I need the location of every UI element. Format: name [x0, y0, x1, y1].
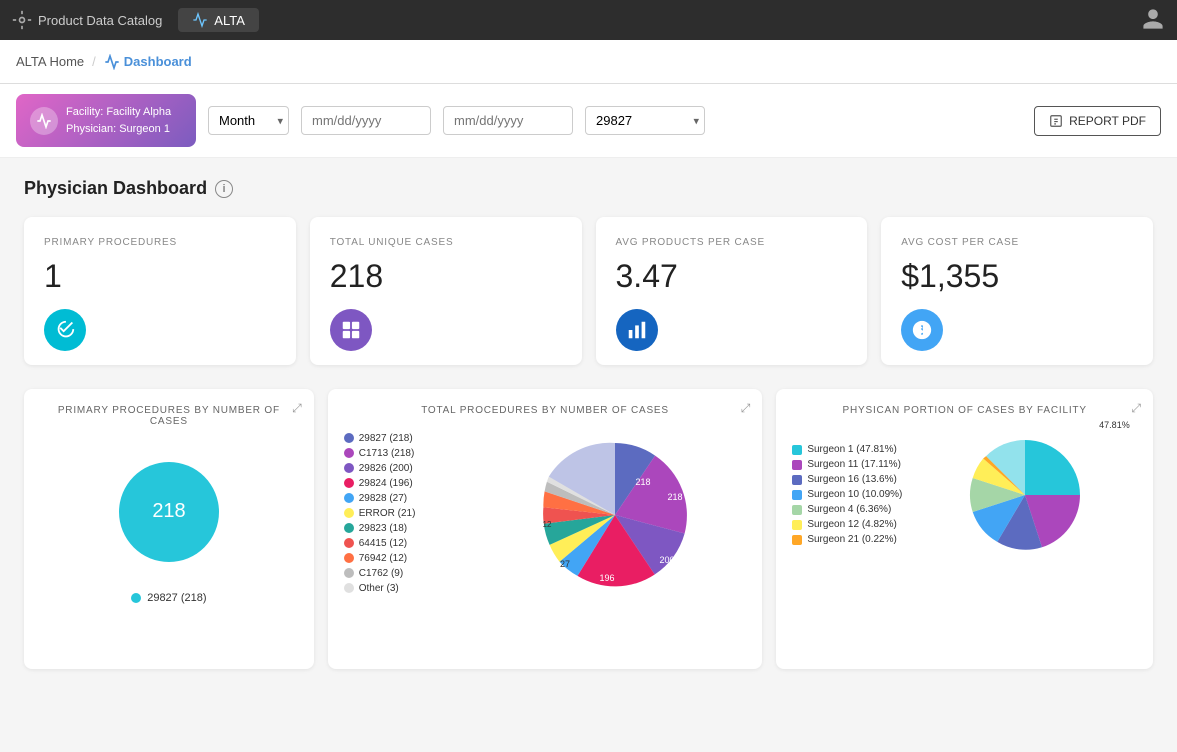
chart1-legend-item: 29827 (218)	[131, 592, 206, 604]
brand: Product Data Catalog	[12, 10, 162, 30]
pie-chart-2: 218 218 200 196 27 12	[530, 430, 700, 600]
facility-name: Facility: Facility Alpha	[66, 104, 171, 121]
kpi-card-1: TOTAL UNIQUE CASES 218	[310, 217, 582, 365]
svg-text:218: 218	[668, 492, 683, 502]
report-pdf-button[interactable]: REPORT PDF	[1034, 106, 1161, 136]
facility-badge: Facility: Facility Alpha Physician: Surg…	[16, 94, 196, 147]
date-to-input[interactable]	[443, 106, 573, 135]
period-select-wrap[interactable]: Month Quarter Year	[208, 106, 289, 135]
kpi-icon-2	[616, 309, 658, 351]
kpi-label-3: AVG COST PER CASE	[901, 237, 1019, 248]
chart-title-2: TOTAL PROCEDURES BY NUMBER OF CASES	[344, 405, 747, 416]
physician-name: Physician: Surgeon 1	[66, 121, 171, 138]
facility-info: Facility: Facility Alpha Physician: Surg…	[66, 104, 171, 137]
dashboard-label: Dashboard	[124, 54, 192, 69]
filter-bar: Facility: Facility Alpha Physician: Surg…	[0, 84, 1177, 158]
kpi-value-3: $1,355	[901, 258, 999, 295]
chart1-legend-label: 29827 (218)	[147, 592, 206, 604]
dashboard-tab[interactable]: Dashboard	[104, 54, 192, 70]
svg-text:218: 218	[152, 500, 185, 522]
date-from-input[interactable]	[301, 106, 431, 135]
chart-title-3: PHYSICAN PORTION OF CASES BY FACILITY	[792, 405, 1137, 416]
report-btn-label: REPORT PDF	[1069, 114, 1146, 128]
svg-text:218: 218	[636, 477, 651, 487]
home-link[interactable]: ALTA Home	[16, 54, 84, 69]
facility-badge-icon	[30, 107, 58, 135]
svg-text:196: 196	[600, 573, 615, 583]
kpi-value-0: 1	[44, 258, 62, 295]
kpi-value-2: 3.47	[616, 258, 678, 295]
procedure-select-wrap[interactable]: 29827	[585, 106, 705, 135]
kpi-value-1: 218	[330, 258, 383, 295]
breadcrumb-sep: /	[92, 54, 96, 69]
user-icon[interactable]	[1141, 7, 1165, 34]
kpi-icon-0	[44, 309, 86, 351]
kpi-label-1: TOTAL UNIQUE CASES	[330, 237, 454, 248]
dashboard-heading: Physician Dashboard	[24, 178, 207, 199]
alta-tab-label: ALTA	[214, 13, 245, 28]
brand-label: Product Data Catalog	[38, 13, 162, 28]
main-content: Physician Dashboard i PRIMARY PROCEDURES…	[0, 158, 1177, 689]
kpi-row: PRIMARY PROCEDURES 1 TOTAL UNIQUE CASES …	[24, 217, 1153, 365]
period-select[interactable]: Month Quarter Year	[208, 106, 289, 135]
pie-chart-1: 218	[104, 447, 234, 577]
chart-physician-portion: ⤢ PHYSICAN PORTION OF CASES BY FACILITY …	[776, 389, 1153, 669]
kpi-icon-3: $	[901, 309, 943, 351]
charts-row: ⤢ PRIMARY PROCEDURES BY NUMBER OF CASES …	[24, 389, 1153, 669]
info-icon[interactable]: i	[215, 180, 233, 198]
chart-primary-procedures: ⤢ PRIMARY PROCEDURES BY NUMBER OF CASES …	[24, 389, 314, 669]
pie-chart-3	[960, 430, 1090, 560]
kpi-card-0: PRIMARY PROCEDURES 1	[24, 217, 296, 365]
chart-title-1: PRIMARY PROCEDURES BY NUMBER OF CASES	[40, 405, 298, 427]
alta-tab[interactable]: ALTA	[178, 8, 259, 32]
expand-icon-2[interactable]: ⤢	[741, 401, 751, 416]
svg-text:12: 12	[543, 520, 552, 529]
kpi-card-3: AVG COST PER CASE $1,355 $	[881, 217, 1153, 365]
svg-text:27: 27	[560, 559, 570, 569]
expand-icon-1[interactable]: ⤢	[292, 401, 302, 416]
section-title: Physician Dashboard i	[24, 178, 1153, 199]
nav-left: Product Data Catalog ALTA	[12, 8, 259, 32]
chart3-legend: Surgeon 1 (47.81%) Surgeon 11 (17.11%) S…	[792, 444, 902, 549]
procedure-select[interactable]: 29827	[585, 106, 705, 135]
kpi-label-2: AVG PRODUCTS PER CASE	[616, 237, 765, 248]
chart2-legend: 29827 (218) C1713 (218) 29826 (200) 2982…	[344, 433, 474, 598]
kpi-label-0: PRIMARY PROCEDURES	[44, 237, 177, 248]
kpi-icon-1	[330, 309, 372, 351]
svg-text:200: 200	[660, 555, 675, 565]
svg-text:$: $	[918, 326, 924, 337]
sub-nav: ALTA Home / Dashboard	[0, 40, 1177, 84]
kpi-card-2: AVG PRODUCTS PER CASE 3.47	[596, 217, 868, 365]
top-nav: Product Data Catalog ALTA	[0, 0, 1177, 40]
chart-total-procedures: ⤢ TOTAL PROCEDURES BY NUMBER OF CASES 29…	[328, 389, 763, 669]
expand-icon-3[interactable]: ⤢	[1131, 401, 1141, 416]
